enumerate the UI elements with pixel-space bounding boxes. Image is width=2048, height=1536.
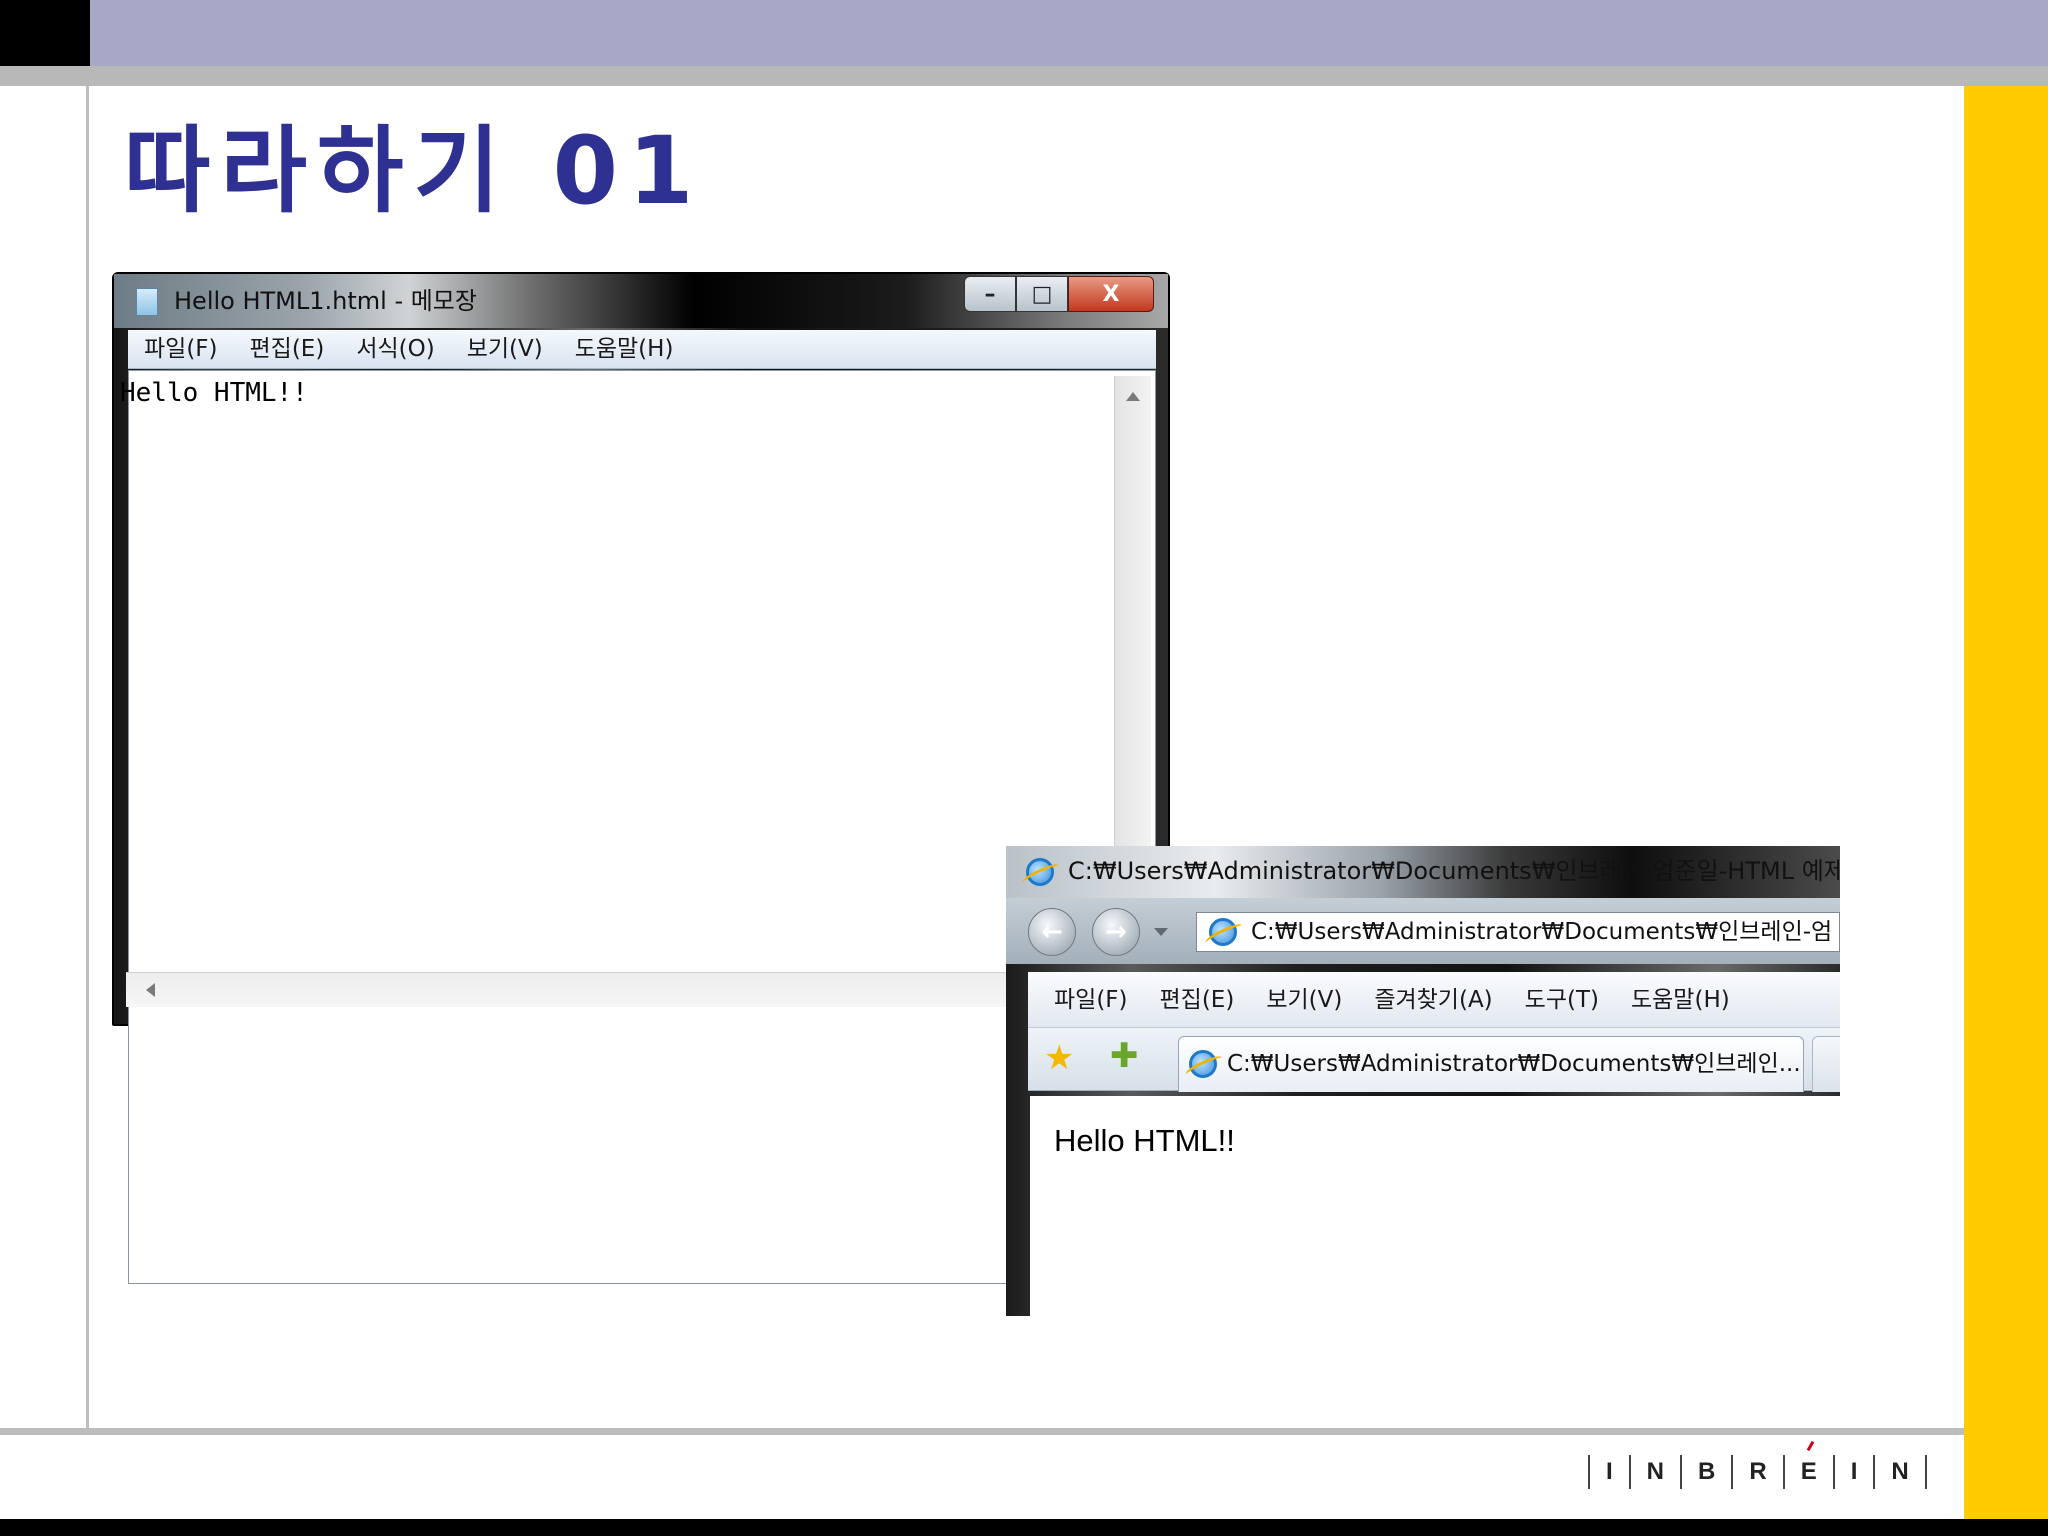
page-text: Hello HTML!! xyxy=(1054,1123,1235,1158)
logo-letter: I xyxy=(1588,1455,1629,1489)
window-controls: – □ X xyxy=(964,276,1154,312)
browser-tab[interactable]: C:₩Users₩Administrator₩Documents₩인브레인... xyxy=(1178,1036,1804,1092)
logo-letter: N xyxy=(1628,1455,1680,1489)
browser-window[interactable]: C:₩Users₩Administrator₩Documents₩인브레인-엄준… xyxy=(1006,846,1840,1316)
notepad-horizontal-scrollbar[interactable] xyxy=(126,972,1006,1007)
notepad-text-area[interactable] xyxy=(128,370,1156,1284)
ie-icon xyxy=(1026,858,1054,886)
notepad-menubar: 파일(F) 편집(E) 서식(O) 보기(V) 도움말(H) xyxy=(128,330,1156,369)
logo-letter: N xyxy=(1873,1455,1927,1489)
menu-help[interactable]: 도움말(H) xyxy=(1615,982,1746,1018)
footer-black-band xyxy=(0,1519,2048,1536)
inbrein-logo: I N B R E I N xyxy=(1588,1440,1927,1492)
favorites-star-icon[interactable]: ★ xyxy=(1044,1038,1074,1078)
logo-letter-accented: E xyxy=(1782,1440,1833,1489)
scroll-left-arrow-icon[interactable] xyxy=(146,983,155,997)
logo-letter: R xyxy=(1731,1455,1782,1489)
browser-tabbar: ★ ✚ C:₩Users₩Administrator₩Documents₩인브레… xyxy=(1028,1028,1840,1092)
browser-titlebar[interactable]: C:₩Users₩Administrator₩Documents₩인브레인-엄준… xyxy=(1006,846,1840,898)
menu-favorites[interactable]: 즐겨찾기(A) xyxy=(1358,982,1508,1018)
address-bar[interactable]: C:₩Users₩Administrator₩Documents₩인브레인-엄 xyxy=(1196,912,1840,952)
history-dropdown-icon[interactable] xyxy=(1154,928,1168,936)
logo-letter: B xyxy=(1680,1455,1731,1489)
slide-title: 따라하기 01 xyxy=(124,117,704,226)
header-band xyxy=(90,0,2048,66)
menu-view[interactable]: 보기(V) xyxy=(451,331,559,367)
close-button[interactable]: X xyxy=(1068,276,1154,312)
notepad-title: Hello HTML1.html - 메모장 xyxy=(174,287,477,315)
browser-content: Hello HTML!! xyxy=(1030,1096,1840,1316)
add-favorite-icon[interactable]: ✚ xyxy=(1110,1036,1139,1076)
right-accent-bar xyxy=(1964,86,2048,1522)
menu-view[interactable]: 보기(V) xyxy=(1250,982,1358,1018)
tab-ie-icon xyxy=(1189,1050,1217,1078)
browser-title: C:₩Users₩Administrator₩Documents₩인브레인-엄준… xyxy=(1068,857,1840,885)
minimize-button[interactable]: – xyxy=(964,276,1016,312)
left-divider xyxy=(86,86,89,1431)
menu-edit[interactable]: 편집(E) xyxy=(1144,982,1251,1018)
logo-letter: I xyxy=(1832,1455,1874,1489)
tab-label: C:₩Users₩Administrator₩Documents₩인브레인... xyxy=(1227,1051,1801,1077)
forward-arrow-icon[interactable]: → xyxy=(1092,908,1140,956)
header-underline xyxy=(0,66,2048,86)
notepad-icon xyxy=(136,288,158,316)
new-tab-button[interactable] xyxy=(1812,1036,1840,1092)
menu-edit[interactable]: 편집(E) xyxy=(234,331,341,367)
scroll-up-arrow-icon[interactable] xyxy=(1126,392,1140,401)
address-text[interactable]: C:₩Users₩Administrator₩Documents₩인브레인-엄 xyxy=(1251,915,1832,949)
footer-divider xyxy=(0,1428,1964,1435)
menu-file[interactable]: 파일(F) xyxy=(128,331,234,367)
menu-tools[interactable]: 도구(T) xyxy=(1509,982,1615,1018)
maximize-button[interactable]: □ xyxy=(1016,276,1068,312)
page-icon xyxy=(1209,918,1237,946)
menu-format[interactable]: 서식(O) xyxy=(340,331,450,367)
back-arrow-icon[interactable]: ← xyxy=(1028,908,1076,956)
header-black-block xyxy=(0,0,90,66)
menu-file[interactable]: 파일(F) xyxy=(1038,982,1144,1018)
menu-help[interactable]: 도움말(H) xyxy=(559,331,690,367)
notepad-text-content[interactable]: Hello HTML!! xyxy=(120,376,308,410)
logo-letter-text: E xyxy=(1800,1458,1817,1485)
notepad-titlebar[interactable]: Hello HTML1.html - 메모장 – □ X xyxy=(114,274,1168,328)
logo-accent-mark xyxy=(1806,1440,1815,1452)
browser-menubar: 파일(F) 편집(E) 보기(V) 즐겨찾기(A) 도구(T) 도움말(H) xyxy=(1028,972,1840,1028)
